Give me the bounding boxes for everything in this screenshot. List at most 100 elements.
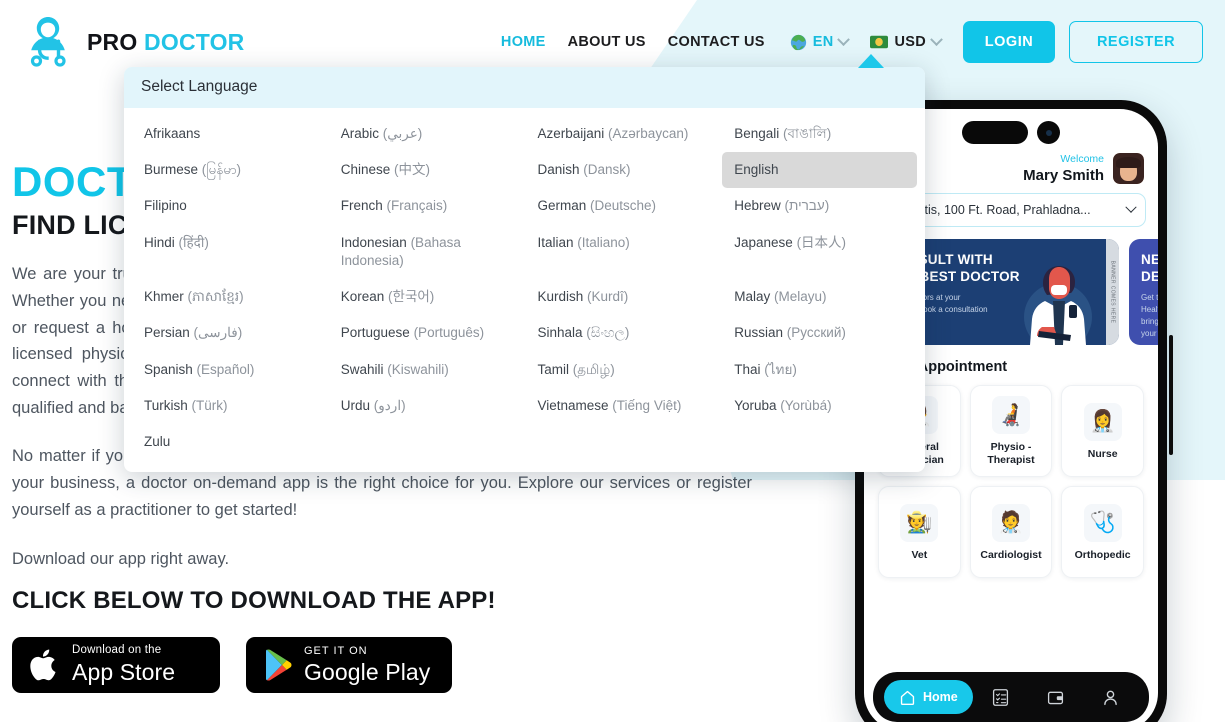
category-label: Physio - Therapist [987,441,1035,466]
language-option-name: Yoruba [734,397,777,413]
wallet-icon [1047,691,1063,704]
brand-pro-text: PRO [87,28,138,55]
language-option-filipino[interactable]: Filipino [132,188,327,224]
orthopedic-icon: 🩺 [1083,503,1122,542]
language-option-azerbaijani[interactable]: Azerbaijani (Azərbaycan) [526,116,721,152]
category-label: Orthopedic [1074,548,1131,561]
language-option-italian[interactable]: Italian (Italiano) [526,225,721,261]
tab-profile[interactable] [1083,688,1138,707]
language-option-native: (Русский) [783,325,846,341]
category-card-nurse[interactable]: 👩‍⚕️ Nurse [1061,385,1144,478]
language-option-bengali[interactable]: Bengali (বাঙালি) [722,116,917,152]
language-option-native: (中文) [390,162,431,178]
register-button[interactable]: REGISTER [1069,21,1203,63]
phone-notch [962,121,1060,144]
language-option-native: (Italiano) [573,234,630,250]
language-option-name: Afrikaans [144,126,201,141]
tab-appointments[interactable] [973,688,1028,707]
language-option-thai[interactable]: Thai (ไทย) [722,352,917,388]
brand-logo-area[interactable]: PRO DOCTOR [22,13,245,71]
language-option-native: (Dansk) [579,162,631,178]
phone-user-name: Mary Smith [1023,167,1104,185]
language-option-swahili[interactable]: Swahili (Kiswahili) [329,352,524,388]
phone-welcome-block: Welcome Mary Smith [1023,153,1104,184]
tab-home[interactable]: Home [884,680,973,714]
language-option-english[interactable]: English [722,152,917,189]
language-option-urdu[interactable]: Urdu (اردو) [329,388,524,424]
language-option-turkish[interactable]: Turkish (Türk) [132,388,327,424]
nurse-icon: 👩‍⚕️ [1083,402,1122,441]
app-store-text: Download on the App Store [72,645,175,684]
money-icon [870,35,889,49]
language-option-hebrew[interactable]: Hebrew (עברית) [722,188,917,224]
language-option-spanish[interactable]: Spanish (Español) [132,352,327,388]
language-option-native: (Tiếng Việt) [608,397,682,413]
hero-cta-heading: CLICK BELOW TO DOWNLOAD THE APP! [12,586,496,614]
language-option-name: Japanese [734,234,793,250]
page-root: PRO DOCTOR HOME ABOUT US CONTACT US EN U… [0,0,1225,722]
language-option-name: Azerbaijani [537,126,605,141]
language-option-russian[interactable]: Russian (Русский) [722,315,917,351]
language-option-french[interactable]: French (Français) [329,188,524,224]
language-option-japanese[interactable]: Japanese (日本人) [722,225,917,261]
language-option-portuguese[interactable]: Portuguese (Português) [329,315,524,351]
language-option-danish[interactable]: Danish (Dansk) [526,152,721,188]
phone-scrollbar[interactable] [1169,335,1173,455]
language-option-native: (Melayu) [770,289,827,305]
language-option-sinhala[interactable]: Sinhala (සිංහල) [526,315,721,351]
chevron-down-icon [930,32,943,46]
language-option-indonesian[interactable]: Indonesian (Bahasa Indonesia) [329,225,524,279]
language-option-chinese[interactable]: Chinese (中文) [329,152,524,188]
currency-selector[interactable]: USD [856,32,949,50]
language-option-burmese[interactable]: Burmese (မြန်မာ) [132,152,327,188]
avatar[interactable] [1113,153,1144,185]
language-option-name: Hebrew [734,198,781,214]
language-option-korean[interactable]: Korean (한국어) [329,279,524,315]
google-play-button[interactable]: GET IT ON Google Play [246,636,452,693]
language-selector[interactable]: EN [776,32,857,51]
category-card-vet[interactable]: 🧑‍🌾 Vet [878,486,961,579]
google-play-bottom-label: Google Play [304,658,431,685]
language-option-zulu[interactable]: Zulu [132,424,327,460]
nav-link-contact-us[interactable]: CONTACT US [657,34,776,50]
language-option-native: (日本人) [792,234,847,250]
app-store-button[interactable]: Download on the App Store [12,636,220,693]
language-option-khmer[interactable]: Khmer (ភាសាខ្មែរ) [132,279,327,315]
language-option-name: Korean [340,289,385,305]
language-selector-label: EN [812,34,834,50]
person-icon [1104,690,1117,705]
language-option-arabic[interactable]: Arabic (عربي) [329,116,524,152]
language-option-kurdish[interactable]: Kurdish (Kurdî) [526,279,721,315]
phone-tabbar: Home [873,672,1149,722]
category-card-physio-therapist[interactable]: 🧑‍🦼 Physio - Therapist [969,385,1053,478]
language-option-name: Bengali [734,126,780,141]
language-option-tamil[interactable]: Tamil (தமிழ்) [526,352,721,388]
language-option-yoruba[interactable]: Yoruba (Yorùbá) [722,388,917,424]
language-option-name: Thai [734,361,761,377]
language-option-afrikaans[interactable]: Afrikaans [132,116,327,152]
category-card-orthopedic[interactable]: 🩺 Orthopedic [1061,486,1144,579]
language-option-persian[interactable]: Persian (فارسی) [132,315,327,351]
language-option-malay[interactable]: Malay (Melayu) [722,279,917,315]
currency-selector-label: USD [894,34,926,50]
language-option-german[interactable]: German (Deutsche) [526,188,721,224]
language-option-native: (ភាសាខ្មែរ) [183,289,244,305]
promo-banner-secondary[interactable]: NEW DEALS Get the best Healthcare deals,… [1129,239,1158,346]
language-option-name: Chinese [340,162,391,178]
language-option-native: (Azərbaycan) [604,126,689,141]
nav-link-home[interactable]: HOME [490,34,557,50]
language-option-vietnamese[interactable]: Vietnamese (Tiếng Việt) [526,388,721,424]
language-option-native: (עברית) [780,198,830,214]
nav-link-about-us[interactable]: ABOUT US [557,34,657,50]
language-option-native: (हिंदी) [174,234,209,250]
promo-banner-2-body: Get the best Healthcare deals, bringing … [1141,293,1158,339]
language-option-name: Burmese [144,162,199,178]
login-button[interactable]: LOGIN [963,21,1055,63]
language-option-name: Russian [734,325,784,341]
tab-wallet[interactable] [1028,688,1083,707]
home-icon [900,690,915,705]
category-card-cardiologist[interactable]: 🧑‍⚕️ Cardiologist [969,486,1053,579]
language-option-hindi[interactable]: Hindi (हिंदी) [132,225,327,261]
language-option-name: English [734,162,779,178]
language-option-name: Kurdish [537,289,584,305]
